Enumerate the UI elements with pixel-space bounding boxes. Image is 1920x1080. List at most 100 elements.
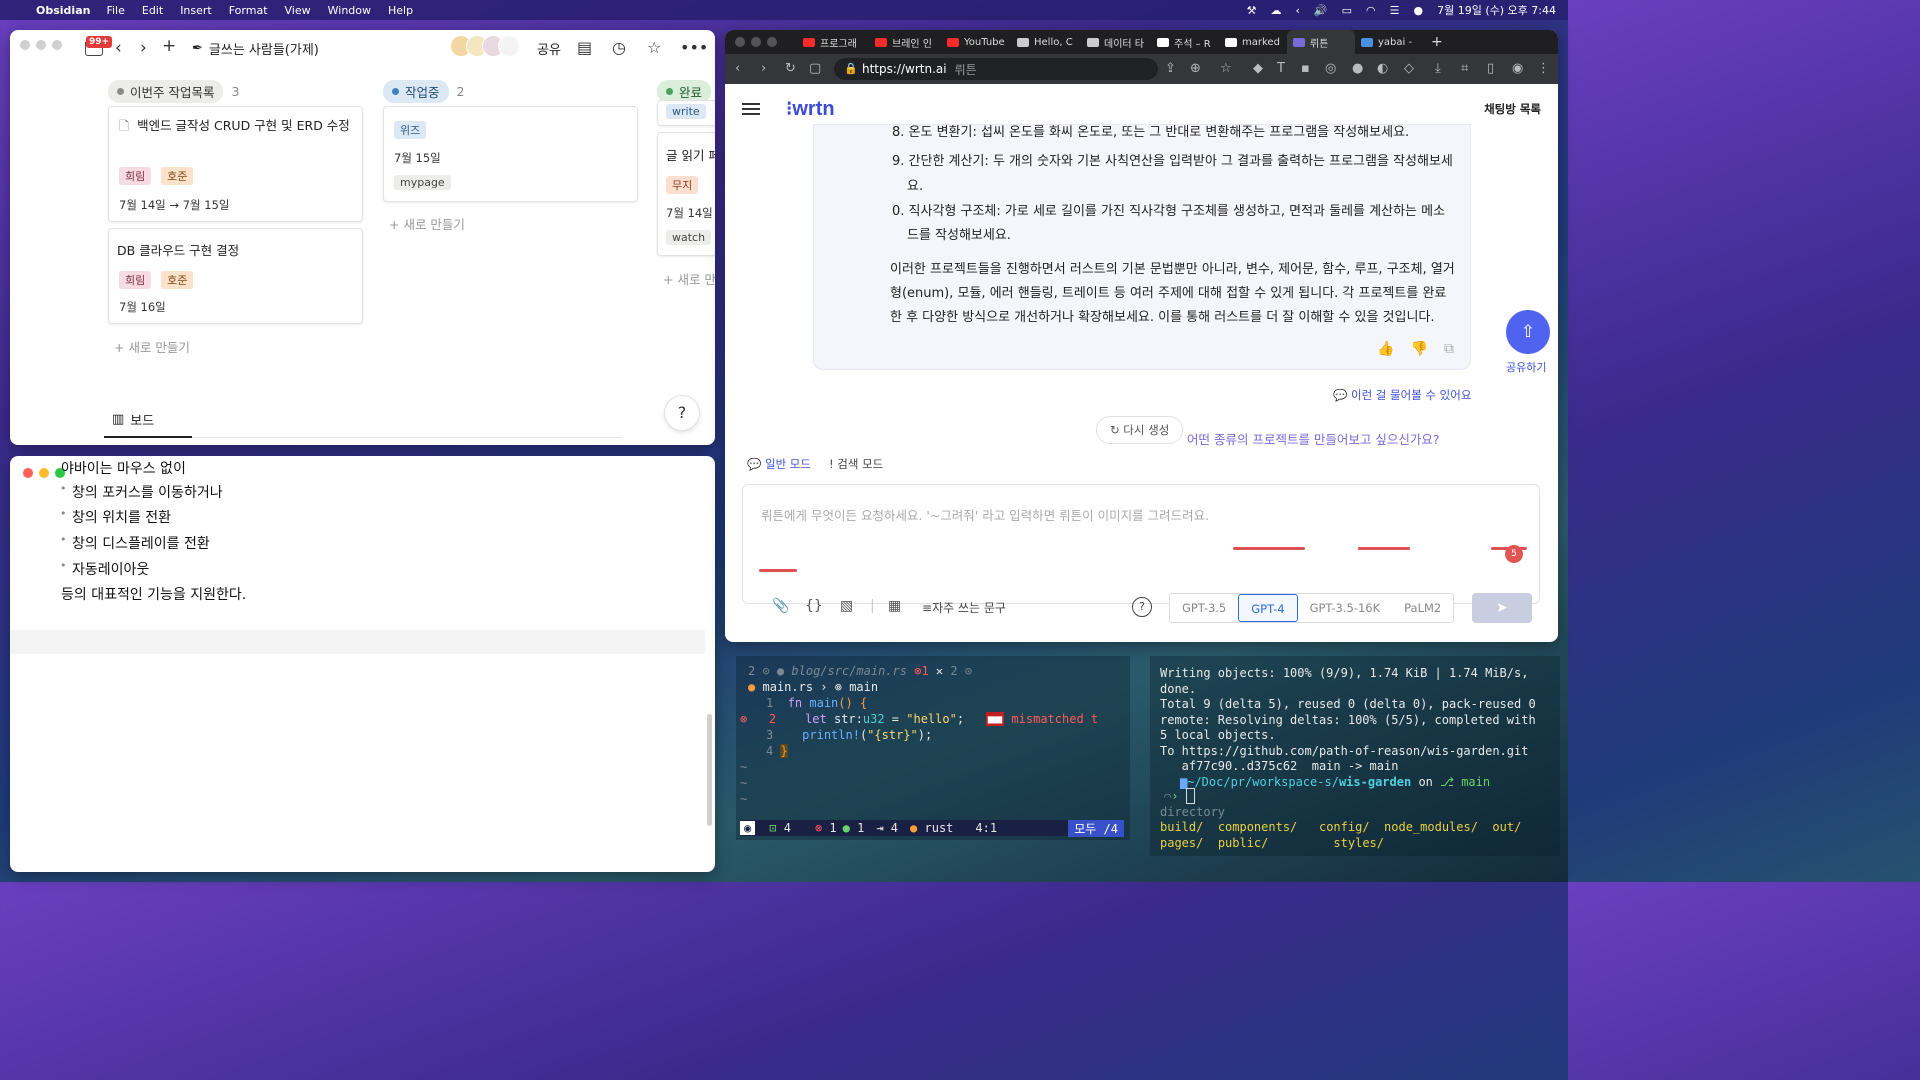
board-card[interactable]: 위즈 7월 15일 mypage xyxy=(383,106,638,202)
screenshot-icon[interactable]: ⌗ xyxy=(1461,61,1468,76)
send-button[interactable]: ➤ xyxy=(1472,593,1532,623)
scrollbar[interactable] xyxy=(707,714,712,826)
browser-tab[interactable]: marked xyxy=(1219,30,1287,54)
chevron-left-icon[interactable]: ‹ xyxy=(1296,4,1300,17)
directory-entry[interactable]: components/ xyxy=(1218,820,1297,834)
shell-terminal[interactable]: Writing objects: 100% (9/9), 1.74 KiB | … xyxy=(1150,656,1560,856)
close-window-button[interactable] xyxy=(20,40,30,50)
reload-icon[interactable]: ↻ xyxy=(785,61,796,76)
help-icon[interactable]: ? xyxy=(1132,597,1152,617)
menubar-clock[interactable]: 7월 19일 (수) 오후 7:44 xyxy=(1437,2,1556,18)
browser-tab[interactable]: 주석 – R xyxy=(1151,30,1219,54)
close-window-button[interactable] xyxy=(23,468,33,478)
hamburger-menu-icon[interactable] xyxy=(742,103,760,115)
directory-entry[interactable]: public/ xyxy=(1218,836,1269,850)
new-card-button[interactable]: + 새로 만들기 xyxy=(389,214,465,233)
code-line[interactable]: ⊗ 2 let str:u32 = "hello"; ■■ mismatched… xyxy=(740,712,1098,726)
menu-view[interactable]: View xyxy=(285,4,311,17)
directory-entry[interactable]: pages/ xyxy=(1160,836,1203,850)
browser-tab-active[interactable]: 뤼튼 xyxy=(1287,30,1355,54)
note-paragraph[interactable]: 등의 대표적인 기능을 지원한다. xyxy=(61,584,246,604)
layout-icon[interactable]: ▦ xyxy=(888,598,901,614)
menu-window[interactable]: Window xyxy=(328,4,371,17)
directory-entry[interactable]: out/ xyxy=(1492,820,1521,834)
more-icon[interactable]: ••• xyxy=(680,38,708,57)
profile-icon[interactable]: ◉ xyxy=(1512,61,1523,76)
battery-icon[interactable]: ▭ xyxy=(1342,4,1352,17)
editor-tabline[interactable]: 2 ⊙ ● blog/src/main.rs ⊗1 ✕ 2 ⊙ xyxy=(748,664,972,678)
list-item[interactable]: 창의 디스플레이를 전환 xyxy=(60,533,210,553)
menu-edit[interactable]: Edit xyxy=(142,4,163,17)
board-card[interactable]: 글 읽기 페 무지 7월 14일 watch xyxy=(657,132,715,256)
extension-icon[interactable]: ▪ xyxy=(1301,61,1310,76)
normal-mode-tab[interactable]: 💬 일반 모드 xyxy=(747,456,811,472)
suggested-question[interactable]: 어떤 종류의 프로젝트를 만들어보고 싶으신가요? xyxy=(1187,429,1440,448)
wifi-icon[interactable]: ◠ xyxy=(1366,4,1376,17)
browser-tab[interactable]: 프로그래 xyxy=(797,30,869,54)
page-title[interactable]: ✒ 글쓰는 사람들(가제) xyxy=(192,39,319,58)
code-line[interactable]: 4 } xyxy=(766,744,788,758)
extension-icon[interactable]: ◎ xyxy=(1325,61,1336,76)
list-item[interactable]: 창의 위치를 전환 xyxy=(60,507,171,527)
thumbs-down-icon[interactable]: 👎 xyxy=(1410,341,1427,357)
download-icon[interactable]: ⤓ xyxy=(1435,61,1441,76)
browser-tab[interactable]: 데이터 타 xyxy=(1081,30,1151,54)
browser-tab[interactable]: Hello, C xyxy=(1011,30,1081,54)
chat-list-button[interactable]: 채팅방 목록 xyxy=(1484,101,1541,117)
collaborator-avatars[interactable] xyxy=(450,35,520,57)
new-card-button[interactable]: + 새로 만들기 xyxy=(114,337,190,356)
chat-input-placeholder[interactable]: 뤼튼에게 무엇이든 요청하세요. '~그려줘' 라고 입력하면 뤼튼이 이미지를… xyxy=(761,505,1209,524)
star-icon[interactable]: ☆ xyxy=(647,38,661,57)
list-item[interactable]: 자동레이아웃 xyxy=(60,559,149,579)
code-line[interactable]: 1 fn main() { xyxy=(766,696,867,710)
model-option-gpt4[interactable]: GPT-4 xyxy=(1238,594,1298,622)
new-page-icon[interactable]: + xyxy=(162,36,176,56)
shell-input-line[interactable]: ⌒› xyxy=(1164,788,1195,804)
note-heading[interactable]: 야바이는 마우스 없이 xyxy=(61,458,186,478)
share-button[interactable]: 공유 xyxy=(537,39,561,58)
browser-tab[interactable]: yabai - xyxy=(1355,30,1425,54)
board-card[interactable]: write xyxy=(657,100,715,126)
menu-icon[interactable]: ⋮ xyxy=(1537,61,1550,76)
minimize-window-button[interactable] xyxy=(751,37,761,47)
minimize-window-button[interactable] xyxy=(39,468,49,478)
model-option-gpt35-16k[interactable]: GPT-3.5-16K xyxy=(1298,594,1393,622)
code-line[interactable]: 3 println!("{str}"); xyxy=(766,728,932,742)
board-card[interactable]: DB 클라우드 구현 결정 희림 호준 7월 16일 xyxy=(108,228,363,324)
reader-icon[interactable]: ▢ xyxy=(809,61,821,76)
image-icon[interactable]: ▧ xyxy=(840,598,853,614)
new-card-button[interactable]: + 새로 만 xyxy=(663,269,715,288)
regenerate-button[interactable]: ↻ 다시 생성 xyxy=(1096,416,1184,444)
new-tab-button[interactable]: + xyxy=(1425,30,1453,54)
grammar-error-badge[interactable]: 5 xyxy=(1505,545,1523,563)
suggestions-link[interactable]: 💬 이런 걸 물어볼 수 있어요 xyxy=(1333,387,1471,403)
wrtn-logo[interactable]: ⁝wrtn xyxy=(786,96,835,121)
zoom-icon[interactable]: ⊕ xyxy=(1190,61,1201,76)
volume-icon[interactable]: 🔊 xyxy=(1314,4,1328,17)
menu-insert[interactable]: Insert xyxy=(180,4,212,17)
share-label[interactable]: 공유하기 xyxy=(1506,359,1546,375)
menu-file[interactable]: File xyxy=(106,4,124,17)
attach-icon[interactable]: 📎 xyxy=(772,598,789,614)
forward-icon[interactable]: › xyxy=(761,61,766,76)
board-card[interactable]: 🗋 백엔드 글작성 CRUD 구현 및 ERD 수정 희림 호준 7월 14일 … xyxy=(108,106,363,222)
sidebar-icon[interactable]: ▯ xyxy=(1487,61,1494,76)
thumbs-up-icon[interactable]: 👍 xyxy=(1377,341,1394,357)
directory-entry[interactable]: build/ xyxy=(1160,820,1203,834)
browser-tab[interactable]: YouTube xyxy=(941,30,1011,54)
chat-input-box[interactable]: 뤼튼에게 무엇이든 요청하세요. '~그려줘' 라고 입력하면 뤼튼이 이미지를… xyxy=(742,484,1540,623)
weather-icon[interactable]: ☁ xyxy=(1271,4,1282,17)
browser-tab[interactable]: 브레인 인 xyxy=(869,30,941,54)
share-button[interactable]: ⇧ xyxy=(1506,310,1550,354)
column-header-doing[interactable]: 작업중 2 xyxy=(383,80,464,103)
control-center-icon[interactable]: ☰ xyxy=(1390,4,1400,17)
search-mode-tab[interactable]: ! 검색 모드 xyxy=(829,456,883,472)
column-header-todo[interactable]: 이번주 작업목록 3 xyxy=(108,80,239,103)
extension-icon[interactable]: T xyxy=(1277,61,1285,76)
back-icon[interactable]: ‹ xyxy=(735,61,740,76)
zoom-window-button[interactable] xyxy=(767,37,777,47)
extension-icon[interactable]: ● xyxy=(1352,61,1363,76)
model-option-gpt35[interactable]: GPT-3.5 xyxy=(1170,594,1238,622)
minimize-window-button[interactable] xyxy=(36,40,46,50)
extension-icon[interactable]: ◐ xyxy=(1377,61,1388,76)
